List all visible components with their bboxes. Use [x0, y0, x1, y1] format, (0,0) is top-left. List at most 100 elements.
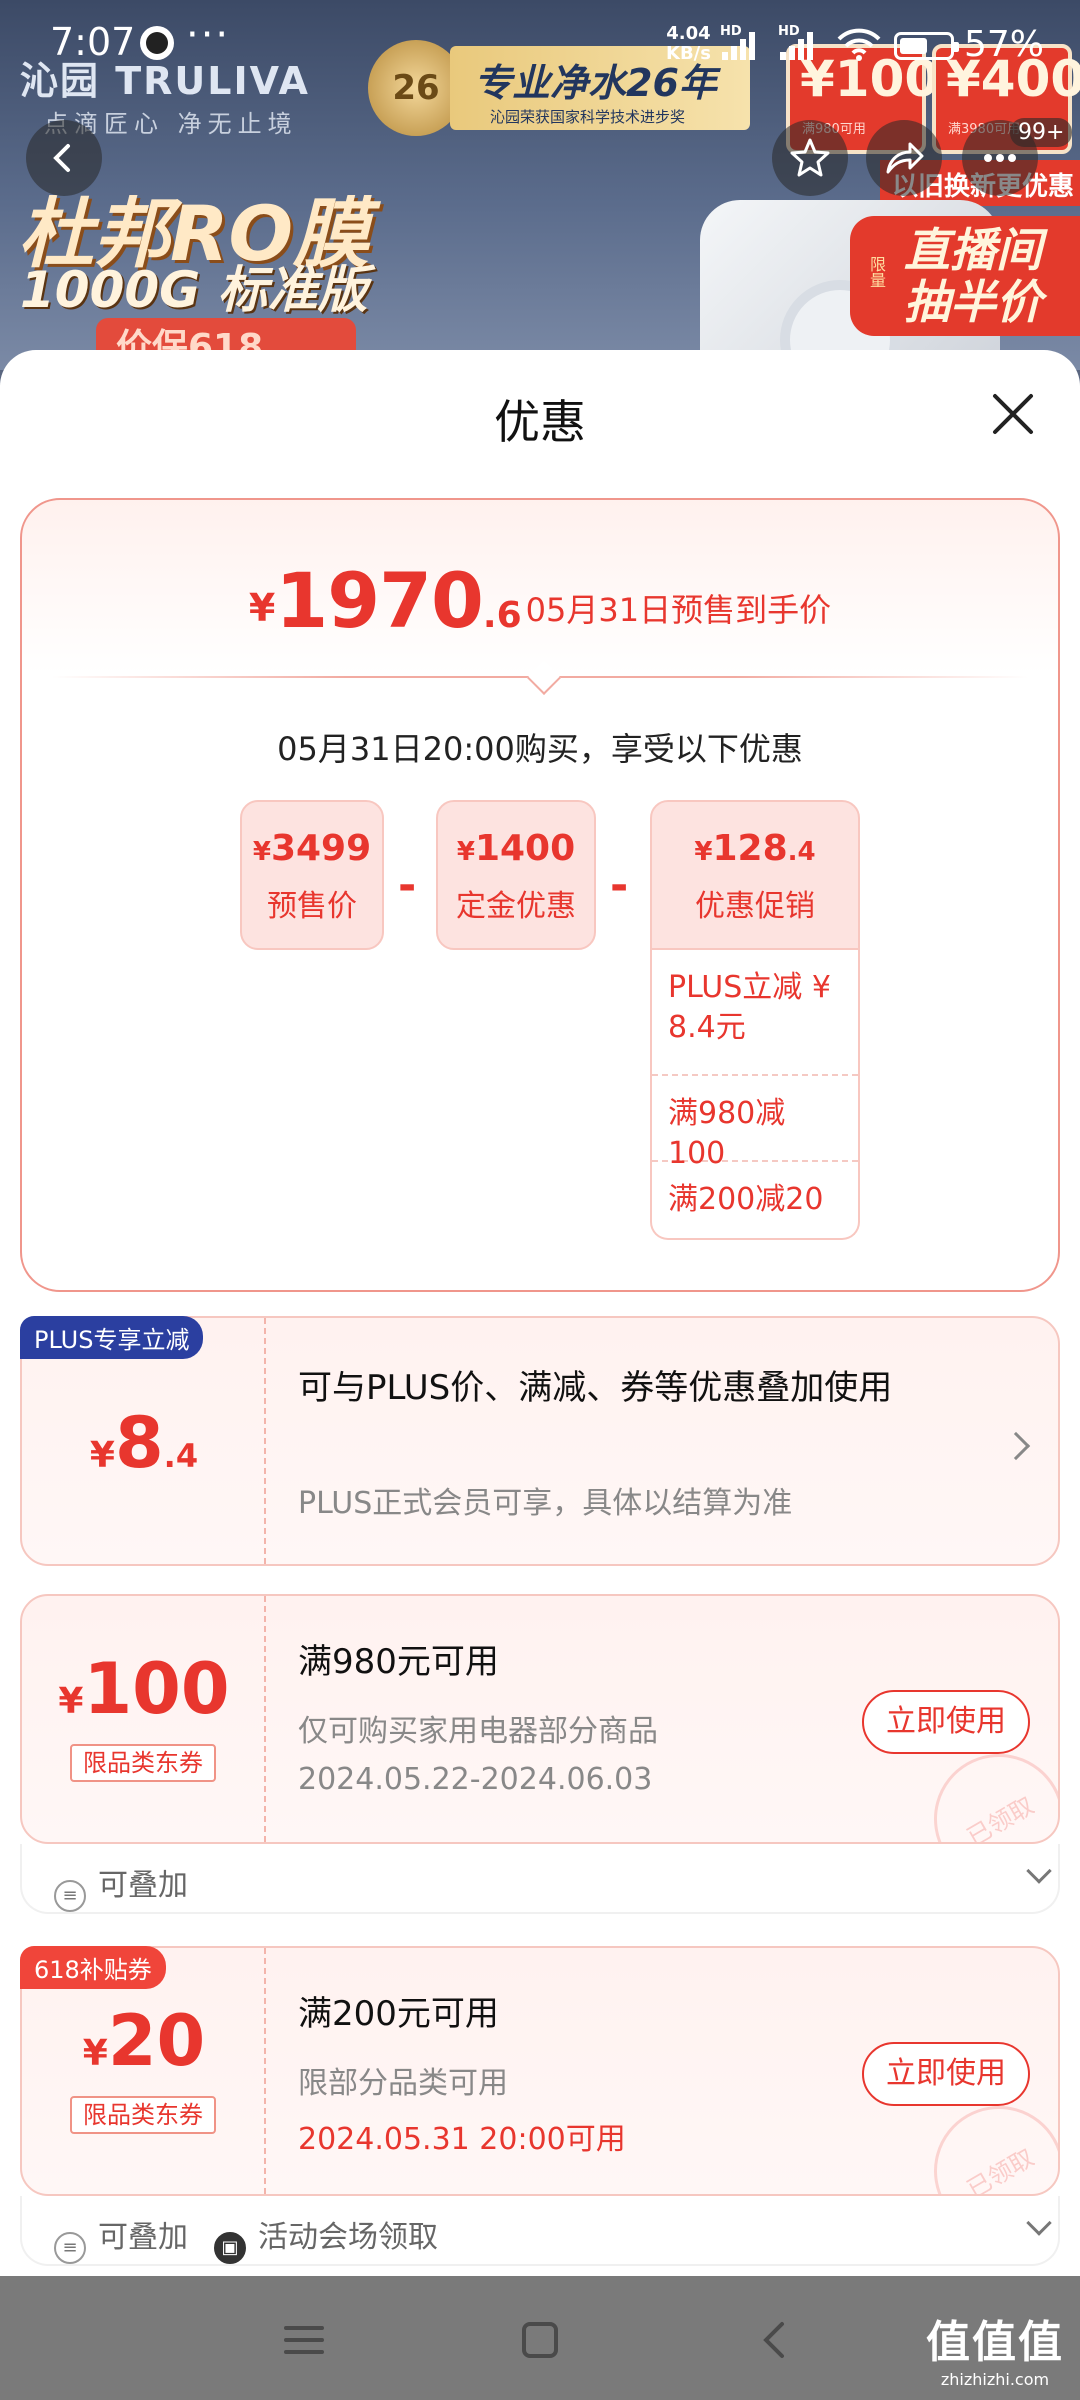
coupon-description: 限部分品类可用 [298, 2066, 508, 2101]
coupon-title: 满200元可用 [298, 1994, 499, 2034]
system-nav-bar [0, 2276, 1080, 2400]
divider-notch [527, 661, 561, 695]
coupon-validity: 2024.05.31 20:00可用 [298, 2122, 626, 2157]
coupon-description: PLUS正式会员可享，具体以结算为准 [298, 1486, 793, 1521]
final-price-decimal: .6 [482, 595, 522, 636]
calc-label: 预售价 [267, 889, 357, 924]
use-now-button[interactable]: 立即使用 [862, 2042, 1030, 2106]
back-arrow-icon [763, 2322, 784, 2358]
stack-icon: ≡ [54, 2232, 86, 2264]
coupon-description: 仅可购买家用电器部分商品 [298, 1714, 658, 1749]
final-price: ¥1970.6 05月31日预售到手价 [22, 556, 1058, 645]
message-count-badge: 99+ [1010, 118, 1073, 147]
category-tag: 限品类东券 [70, 2096, 216, 2134]
coupon-title: 可与PLUS价、满减、券等优惠叠加使用 [298, 1368, 893, 1408]
site-watermark: 值值值 zhizhizhi.com [926, 2306, 1064, 2389]
discount-sheet: 优惠 ¥1970.6 05月31日预售到手价 05月31日20:00购买，享受以下… [0, 350, 1080, 2276]
minus-sign: - [610, 860, 629, 911]
promotion-item: 满980减100 [652, 1076, 858, 1171]
coupon-amount: ¥8.4 [22, 1402, 266, 1484]
menu-button[interactable] [276, 2312, 332, 2368]
category-tag: 限品类东券 [70, 1744, 216, 1782]
price-summary-card: ¥1970.6 05月31日预售到手价 05月31日20:00购买，享受以下优惠 … [20, 498, 1060, 1292]
live-tag: 限量 [867, 256, 886, 288]
sheet-title: 优惠 [494, 395, 586, 449]
award-subtitle: 沁园荣获国家科学技术进步奖 [490, 108, 686, 126]
signal-icon [780, 30, 816, 60]
currency-symbol: ¥ [58, 1681, 84, 1722]
calc-value: 3499 [270, 828, 372, 869]
coupon-footer[interactable]: ≡ 可叠加 [20, 1844, 1060, 1914]
network-speed: 4.04 KB/s [666, 24, 711, 64]
nav-back-button[interactable] [748, 2312, 804, 2368]
stackable-label: ≡ 可叠加 [54, 2212, 188, 2264]
chevron-right-icon [1001, 1431, 1031, 1461]
currency-symbol: ¥ [456, 837, 475, 867]
coupon-amount-integer: 100 [83, 1648, 230, 1730]
currency-symbol: ¥ [89, 1435, 115, 1476]
live-room-banner: 限量 直播间抽半价 [850, 216, 1080, 336]
currency-symbol: ¥ [82, 2033, 108, 2074]
battery-percent: 57% [964, 24, 1045, 65]
currency-symbol: ¥ [252, 837, 271, 867]
coupon-card: ¥100 限品类东券 满980元可用 仅可购买家用电器部分商品 2024.05.… [20, 1594, 1060, 1844]
stackable-text: 可叠加 [98, 2220, 188, 2255]
home-square-icon [522, 2322, 558, 2358]
final-price-integer: 1970 [275, 556, 484, 645]
plus-exclusive-tag: PLUS专享立减 [20, 1316, 204, 1359]
stackable-text: 可叠加 [98, 1868, 188, 1903]
stack-icon: ≡ [54, 1880, 86, 1912]
calc-value: 128 [712, 828, 788, 869]
subsidy-coupon-tag: 618补贴券 [20, 1946, 166, 1989]
use-now-button[interactable]: 立即使用 [862, 1690, 1030, 1754]
chevron-left-icon [53, 144, 70, 172]
chevron-down-icon[interactable] [1026, 2210, 1052, 2236]
purchase-condition: 05月31日20:00购买，享受以下优惠 [277, 730, 803, 768]
currency-symbol: ¥ [248, 586, 276, 630]
watermark-logo: 值值值 [926, 2317, 1064, 2368]
network-speed-unit: KB/s [666, 43, 711, 64]
calc-value: 1400 [474, 828, 576, 869]
chevron-down-icon[interactable] [1026, 1858, 1052, 1884]
star-icon [790, 138, 830, 177]
coupon-amount-decimal: .4 [163, 1437, 199, 1475]
battery-icon [894, 32, 959, 60]
network-speed-value: 4.04 [666, 23, 711, 44]
coupon-validity: 2024.05.22-2024.06.03 [298, 1762, 653, 1797]
promotion-box: ¥128.4 优惠促销 [650, 800, 860, 950]
coupon-card: ¥20 限品类东券 满200元可用 限部分品类可用 2024.05.31 20:… [20, 1946, 1060, 2196]
coupon-title: 满980元可用 [298, 1642, 499, 1682]
coupon-amount-integer: 8 [114, 1402, 164, 1484]
close-icon [993, 394, 1033, 434]
coupon-amount-integer: 20 [107, 2000, 206, 2082]
calc-label: 优惠促销 [695, 889, 815, 924]
wifi-icon [836, 28, 882, 71]
minus-sign: - [398, 860, 417, 911]
promotion-breakdown: PLUS立减 ¥ 8.4元 满980减100 满200减20 [650, 950, 860, 1240]
watermark-url: zhizhizhi.com [940, 2370, 1050, 2389]
venue-claim-text: 活动会场领取 [258, 2220, 438, 2255]
favorite-button[interactable] [772, 120, 848, 196]
stackable-label: ≡ 可叠加 [54, 1860, 188, 1912]
final-price-label: 05月31日预售到手价 [525, 591, 832, 629]
more-notifications-icon: ··· [186, 12, 231, 58]
status-bar: 7:07 ··· 4.04 KB/s HD HD 57% [0, 0, 1080, 90]
venue-claim-label: ▣ 活动会场领取 [214, 2212, 438, 2264]
close-button[interactable] [985, 386, 1041, 442]
hero-subtitle: 1000G 标准版 [20, 261, 368, 319]
share-icon [886, 142, 924, 174]
coupon-amount: ¥20 [22, 2000, 266, 2082]
promotion-item: PLUS立减 ¥ 8.4元 [652, 950, 858, 1076]
coupon-footer[interactable]: ≡ 可叠加 ▣ 活动会场领取 [20, 2196, 1060, 2266]
calc-value-decimal: .4 [787, 837, 816, 867]
signal-icon [722, 30, 758, 60]
currency-symbol: ¥ [694, 837, 713, 867]
home-button[interactable] [512, 2312, 568, 2368]
coupon-amount: ¥100 [22, 1648, 266, 1730]
back-button[interactable] [26, 120, 102, 196]
status-time: 7:07 [50, 20, 136, 64]
ticket-icon: ▣ [214, 2232, 246, 2264]
coupon-amount-section: ¥100 限品类东券 [22, 1596, 266, 1842]
share-button[interactable] [866, 120, 942, 196]
calc-label: 定金优惠 [456, 889, 576, 924]
